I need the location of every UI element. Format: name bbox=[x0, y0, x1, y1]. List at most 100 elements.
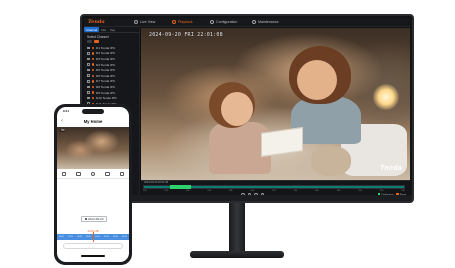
timeline-ticks: 00h 02h 04h 06h 08h 10h 12h 14h 16h 18h … bbox=[143, 190, 405, 192]
open-book bbox=[261, 127, 303, 157]
channel-label: D8 Tenda IPC bbox=[95, 84, 116, 89]
nav-tab-playback[interactable]: Playback bbox=[172, 19, 193, 24]
nav-tab-label: Configuration bbox=[216, 19, 238, 24]
tick-label: 20h bbox=[358, 189, 362, 192]
camera-dot-icon bbox=[91, 57, 94, 61]
phone-playback-video[interactable]: HD bbox=[57, 127, 129, 169]
monitor-screen: Tenda Live View Playback Configuration M… bbox=[84, 18, 410, 197]
tick-label: 14h bbox=[293, 189, 298, 192]
tick-label: 02h bbox=[164, 189, 169, 192]
playback-icon bbox=[172, 19, 176, 24]
channel-label: D3 Tenda IPC bbox=[95, 56, 116, 61]
channel-label: D1 Tenda IPC bbox=[95, 45, 116, 50]
checkbox-icon[interactable] bbox=[87, 85, 90, 89]
nav-tab-label: Maintenance bbox=[258, 19, 279, 24]
record-icon[interactable] bbox=[76, 171, 81, 177]
monitor-stand-base bbox=[190, 251, 284, 258]
phone-tick-label: 18:00 bbox=[77, 236, 82, 238]
camera-dot-icon bbox=[91, 91, 94, 94]
channel-label: D4 Tenda IPC bbox=[95, 62, 116, 67]
older-child-face bbox=[297, 60, 337, 100]
select-active-toggle[interactable] bbox=[94, 40, 99, 43]
tick-label: 18h bbox=[336, 189, 341, 192]
nav-tab-maintenance[interactable]: Maintenance bbox=[252, 19, 279, 24]
nav-tab-configuration[interactable]: Configuration bbox=[210, 19, 238, 24]
checkbox-icon[interactable] bbox=[87, 96, 90, 100]
playback-video[interactable]: 2024-09-20 FRI 22:01:08 Tenda bbox=[141, 28, 410, 180]
checkbox-icon[interactable] bbox=[87, 80, 90, 83]
camera-dot-icon bbox=[91, 46, 94, 49]
date-picker[interactable]: 2024-09-20 bbox=[81, 216, 107, 222]
date-value: 2024-09-20 bbox=[88, 217, 104, 221]
checkbox-icon[interactable] bbox=[87, 91, 90, 94]
timeline-playhead[interactable] bbox=[93, 232, 94, 242]
snapshot-icon[interactable] bbox=[90, 171, 96, 177]
select-channel-heading: Select Channel bbox=[87, 35, 109, 39]
tick-label: 12h bbox=[272, 189, 276, 192]
calendar-icon bbox=[84, 217, 88, 221]
speaker-icon[interactable] bbox=[105, 171, 110, 177]
channel-label: D5 Tenda IPC bbox=[95, 68, 116, 73]
tick-label: 22h bbox=[379, 189, 384, 192]
nav-tab-live-view[interactable]: Live View bbox=[134, 19, 156, 24]
checkbox-icon[interactable] bbox=[87, 46, 90, 50]
checkbox-icon[interactable] bbox=[87, 68, 90, 72]
timeline-track[interactable] bbox=[143, 184, 405, 190]
hd-badge[interactable]: HD bbox=[60, 129, 66, 132]
camera-dot-icon bbox=[91, 52, 94, 55]
checkbox-icon[interactable] bbox=[87, 57, 90, 61]
lamp-glow bbox=[373, 84, 399, 110]
fullscreen-icon[interactable] bbox=[119, 171, 124, 177]
phone-tick-label: 20:00 bbox=[95, 236, 100, 238]
camera-dot-icon bbox=[91, 80, 94, 83]
phone-tick-label: 17:00 bbox=[68, 236, 73, 238]
monitor-stand-neck bbox=[229, 203, 245, 251]
top-navigation: Tenda Live View Playback Configuration M… bbox=[84, 18, 410, 27]
phone-tick-label: 16:00 bbox=[59, 236, 64, 238]
sidebar-tab-tag[interactable]: Tag bbox=[108, 27, 117, 32]
younger-child-face bbox=[221, 92, 253, 126]
channel-label: D10 Tenda IPC bbox=[95, 96, 117, 101]
camera-dot-icon bbox=[91, 68, 94, 72]
status-bar-time: 9:41 bbox=[63, 109, 70, 113]
phone-tick-label: 21:00 bbox=[104, 236, 109, 238]
camera-dot-icon bbox=[91, 74, 94, 77]
phone-screen: 9:41 ‹ My Home HD 2024-09-20 22:01:08 16… bbox=[57, 107, 129, 262]
channel-label: D6 Tenda IPC bbox=[95, 73, 116, 78]
phone-timeline[interactable]: 16:00 17:00 18:00 19:00 20:00 21:00 22:0… bbox=[57, 232, 129, 242]
channel-label: D7 Tenda IPC bbox=[95, 79, 116, 84]
camera-dot-icon bbox=[91, 85, 94, 89]
tick-label: 08h bbox=[229, 189, 233, 192]
select-all-toggle[interactable] bbox=[87, 40, 92, 43]
teddy-bear bbox=[311, 146, 351, 176]
checkbox-icon[interactable] bbox=[87, 63, 90, 66]
phone-tick-label: 22:00 bbox=[113, 236, 118, 238]
phone-toolbar bbox=[57, 170, 129, 179]
osd-timestamp: 2024-09-20 FRI 22:01:08 bbox=[149, 32, 223, 38]
channel-label: D2 Tenda IPC bbox=[95, 51, 116, 56]
home-indicator bbox=[81, 255, 105, 257]
nav-tab-label: Playback bbox=[178, 19, 193, 24]
checkbox-icon[interactable] bbox=[87, 74, 90, 78]
tick-label: 00h bbox=[143, 189, 147, 192]
live-view-icon bbox=[134, 19, 138, 24]
phone-bottom-bar[interactable] bbox=[63, 243, 123, 249]
tick-label: 16h bbox=[315, 189, 319, 192]
phone-tick-label: 19:00 bbox=[86, 236, 91, 238]
smartphone: 9:41 ‹ My Home HD 2024-09-20 22:01:08 16… bbox=[54, 104, 132, 265]
tick-label: 04h bbox=[186, 189, 190, 192]
tick-label: 24h bbox=[401, 189, 405, 192]
camera-dot-icon bbox=[91, 63, 94, 66]
list-icon[interactable] bbox=[61, 171, 67, 177]
tick-label: 06h bbox=[207, 189, 212, 192]
sidebar-tab-file[interactable]: File bbox=[99, 27, 108, 32]
nav-tab-label: Live View bbox=[140, 19, 156, 24]
settings-icon bbox=[210, 19, 214, 24]
wrench-icon bbox=[252, 19, 256, 24]
channel-label: D9 Tenda IPC bbox=[95, 90, 116, 95]
checkbox-icon[interactable] bbox=[87, 52, 90, 55]
sidebar-tab-channel[interactable]: Channel bbox=[84, 27, 100, 32]
camera-dot-icon bbox=[91, 96, 94, 100]
brand-logo: Tenda bbox=[88, 19, 105, 25]
watermark-logo: Tenda bbox=[380, 165, 402, 172]
